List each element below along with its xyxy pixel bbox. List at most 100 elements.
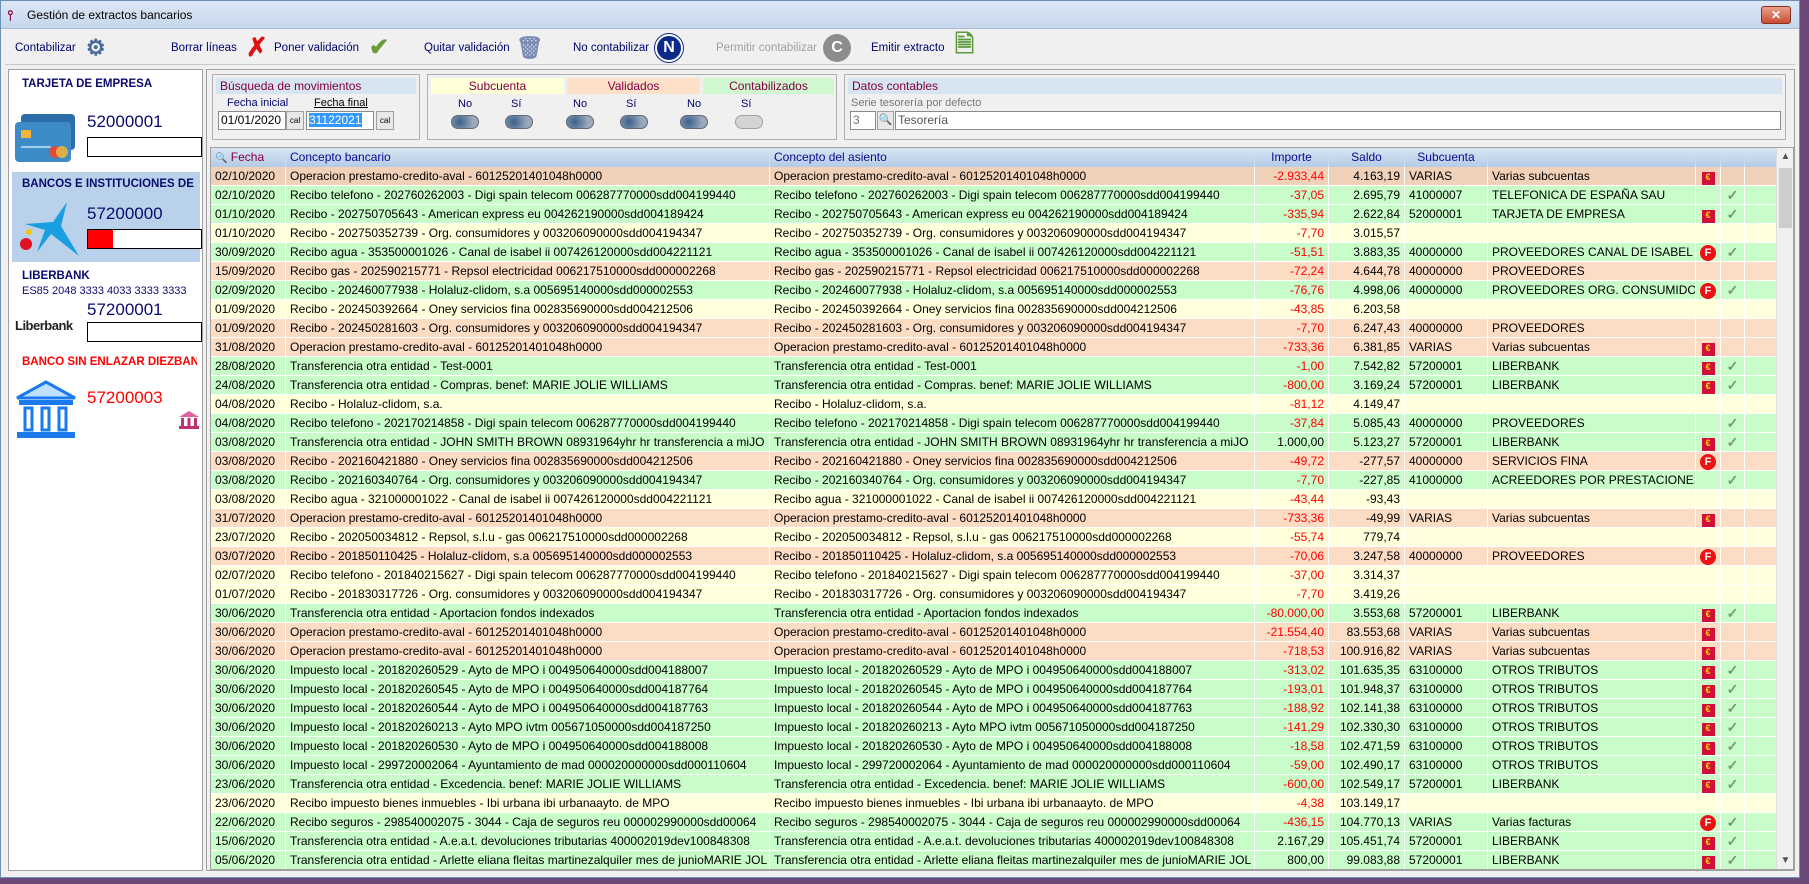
quitar-validacion-button[interactable]: Quitar validación 🗑 bbox=[424, 34, 544, 62]
table-row[interactable]: 30/06/2020 Impuesto local - 201820260529 … bbox=[211, 661, 1781, 680]
borrar-lineas-button[interactable]: Borrar líneas ✗ bbox=[171, 32, 271, 62]
table-row[interactable]: 30/06/2020 Impuesto local - 201820260545 … bbox=[211, 680, 1781, 699]
table-row[interactable]: 23/06/2020 Transferencia otra entidad - E… bbox=[211, 775, 1781, 794]
link-bank-icon[interactable] bbox=[178, 410, 200, 430]
table-row[interactable]: 02/10/2020 Recibo telefono - 202760262003… bbox=[211, 186, 1781, 205]
table-row[interactable]: 03/08/2020 Transferencia otra entidad - J… bbox=[211, 433, 1781, 452]
table-row[interactable]: 03/08/2020 Recibo - 202160421880 - Oney s… bbox=[211, 452, 1781, 471]
column-header-concepto-bancario[interactable]: Concepto bancario bbox=[286, 148, 770, 167]
table-row[interactable]: 01/10/2020 Recibo - 202750705643 - Americ… bbox=[211, 205, 1781, 224]
euro-document-icon[interactable]: € bbox=[1701, 438, 1715, 451]
table-row[interactable]: 15/09/2020 Recibo gas - 202590215771 - Re… bbox=[211, 262, 1781, 281]
toggle-contabilizados-si[interactable] bbox=[735, 115, 763, 129]
contabilizar-button[interactable]: Contabilizar ⚙ bbox=[15, 34, 110, 62]
column-header-importe[interactable]: Importe bbox=[1255, 148, 1329, 167]
column-header-concepto-asiento[interactable]: Concepto del asiento bbox=[770, 148, 1255, 167]
euro-document-icon[interactable]: € bbox=[1701, 628, 1715, 641]
toggle-subcuenta-no[interactable] bbox=[451, 115, 479, 129]
table-row[interactable]: 30/06/2020 Impuesto local - 201820260213 … bbox=[211, 718, 1781, 737]
no-contabilizar-button[interactable]: No contabilizar N bbox=[573, 33, 684, 62]
search-icon[interactable]: 🔍 bbox=[877, 111, 894, 130]
table-row[interactable]: 31/08/2020 Operacion prestamo-credito-ava… bbox=[211, 338, 1781, 357]
euro-document-icon[interactable]: € bbox=[1701, 704, 1715, 717]
account-card-tarjeta[interactable]: TARJETA DE EMPRESA 52000001 bbox=[12, 72, 202, 170]
scrollbar-thumb[interactable] bbox=[1779, 168, 1792, 228]
table-row[interactable]: 04/08/2020 Recibo telefono - 202170214858… bbox=[211, 414, 1781, 433]
end-date-input[interactable]: 31122021 bbox=[309, 113, 362, 127]
serie-name-input[interactable]: Tesorería bbox=[895, 111, 1781, 130]
table-row[interactable]: 01/07/2020 Recibo - 201830317726 - Org. c… bbox=[211, 585, 1781, 604]
permitir-contabilizar-button[interactable]: Permitir contabilizar C bbox=[716, 33, 851, 62]
column-header-saldo[interactable]: Saldo bbox=[1329, 148, 1405, 167]
euro-document-icon[interactable]: € bbox=[1701, 210, 1715, 223]
euro-document-icon[interactable]: € bbox=[1701, 609, 1715, 622]
euro-document-icon[interactable]: € bbox=[1701, 666, 1715, 679]
euro-document-icon[interactable]: € bbox=[1701, 362, 1715, 375]
table-row[interactable]: 30/06/2020 Impuesto local - 299720002064 … bbox=[211, 756, 1781, 775]
table-row[interactable]: 01/10/2020 Recibo - 202750352739 - Org. c… bbox=[211, 224, 1781, 243]
invoice-f-icon[interactable]: F bbox=[1700, 549, 1716, 565]
table-row[interactable]: 01/09/2020 Recibo - 202450281603 - Org. c… bbox=[211, 319, 1781, 338]
euro-document-icon[interactable]: € bbox=[1701, 343, 1715, 356]
invoice-f-icon[interactable]: F bbox=[1700, 245, 1716, 261]
table-row[interactable]: 23/07/2020 Recibo - 202050034812 - Repsol… bbox=[211, 528, 1781, 547]
toggle-validados-si[interactable] bbox=[620, 115, 648, 129]
euro-document-icon[interactable]: € bbox=[1701, 723, 1715, 736]
euro-document-icon[interactable]: € bbox=[1701, 685, 1715, 698]
toggle-validados-no[interactable] bbox=[566, 115, 594, 129]
serie-input[interactable]: 3 bbox=[850, 111, 876, 130]
account-card-diezbank[interactable]: BANCO SIN ENLAZAR DIEZBANK 57200003 bbox=[12, 350, 200, 442]
invoice-f-icon[interactable]: F bbox=[1700, 815, 1716, 831]
euro-document-icon[interactable]: € bbox=[1701, 381, 1715, 394]
table-row[interactable]: 22/06/2020 Recibo seguros - 298540002075 … bbox=[211, 813, 1781, 832]
table-row[interactable]: 24/08/2020 Transferencia otra entidad - C… bbox=[211, 376, 1781, 395]
table-row[interactable]: 02/07/2020 Recibo telefono - 201840215627… bbox=[211, 566, 1781, 585]
euro-document-icon[interactable]: € bbox=[1701, 647, 1715, 660]
table-row[interactable]: 30/06/2020 Impuesto local - 201820260530 … bbox=[211, 737, 1781, 756]
table-row[interactable]: 30/06/2020 Operacion prestamo-credito-ava… bbox=[211, 642, 1781, 661]
poner-validacion-button[interactable]: Poner validación ✔ bbox=[274, 34, 393, 62]
scroll-up-icon[interactable]: ▲ bbox=[1777, 148, 1793, 165]
calendar-icon[interactable]: cal bbox=[376, 111, 394, 130]
euro-document-icon[interactable]: € bbox=[1701, 856, 1715, 869]
cell-subcuenta bbox=[1405, 585, 1488, 603]
table-row[interactable]: 02/09/2020 Recibo - 202460077938 - Holalu… bbox=[211, 281, 1781, 300]
calendar-icon[interactable]: cal bbox=[286, 111, 304, 130]
table-row[interactable]: 30/06/2020 Transferencia otra entidad - A… bbox=[211, 604, 1781, 623]
euro-document-icon[interactable]: € bbox=[1701, 514, 1715, 527]
table-row[interactable]: 23/06/2020 Recibo impuesto bienes inmuebl… bbox=[211, 794, 1781, 813]
column-header-fecha[interactable]: 🔍 Fecha bbox=[211, 148, 286, 167]
euro-document-icon[interactable]: € bbox=[1701, 742, 1715, 755]
table-row[interactable]: 03/07/2020 Recibo - 201850110425 - Holalu… bbox=[211, 547, 1781, 566]
emitir-extracto-button[interactable]: Emitir extracto 🗎 bbox=[871, 31, 979, 62]
toggle-subcuenta-si[interactable] bbox=[505, 115, 533, 129]
table-row[interactable]: 15/06/2020 Transferencia otra entidad - A… bbox=[211, 832, 1781, 851]
close-button[interactable]: ✕ bbox=[1761, 6, 1791, 24]
table-row[interactable]: 30/09/2020 Recibo agua - 353500001026 - C… bbox=[211, 243, 1781, 262]
euro-document-icon[interactable]: € bbox=[1701, 780, 1715, 793]
scroll-down-icon[interactable]: ▼ bbox=[1777, 852, 1793, 869]
account-card-liberbank[interactable]: LIBERBANK ES85 2048 3333 4033 3333 3333 … bbox=[12, 264, 202, 346]
column-header-subcuenta[interactable]: Subcuenta bbox=[1405, 148, 1488, 167]
vertical-scrollbar[interactable]: ▲ ▼ bbox=[1776, 148, 1793, 869]
euro-document-icon[interactable]: € bbox=[1701, 837, 1715, 850]
table-row[interactable]: 02/10/2020 Operacion prestamo-credito-ava… bbox=[211, 167, 1781, 186]
invoice-f-icon[interactable]: F bbox=[1700, 283, 1716, 299]
table-row[interactable]: 03/08/2020 Recibo - 202160340764 - Org. c… bbox=[211, 471, 1781, 490]
cell-concepto-bancario: Impuesto local - 299720002064 - Ayuntami… bbox=[286, 756, 770, 774]
invoice-f-icon[interactable]: F bbox=[1700, 454, 1716, 470]
euro-document-icon[interactable]: € bbox=[1701, 172, 1715, 185]
account-card-bancos[interactable]: BANCOS E INSTITUCIONES DE CRI 57200000 bbox=[12, 172, 202, 262]
table-row[interactable]: 30/06/2020 Operacion prestamo-credito-ava… bbox=[211, 623, 1781, 642]
cell-importe: -51,51 bbox=[1255, 243, 1329, 261]
table-row[interactable]: 30/06/2020 Impuesto local - 201820260544 … bbox=[211, 699, 1781, 718]
table-row[interactable]: 03/08/2020 Recibo agua - 321000001022 - C… bbox=[211, 490, 1781, 509]
table-row[interactable]: 05/06/2020 Transferencia otra entidad - A… bbox=[211, 851, 1781, 869]
table-row[interactable]: 04/08/2020 Recibo - Holaluz-clidom, s.a. R… bbox=[211, 395, 1781, 414]
table-row[interactable]: 28/08/2020 Transferencia otra entidad - T… bbox=[211, 357, 1781, 376]
table-row[interactable]: 01/09/2020 Recibo - 202450392664 - Oney s… bbox=[211, 300, 1781, 319]
toggle-contabilizados-no[interactable] bbox=[680, 115, 708, 129]
table-row[interactable]: 31/07/2020 Operacion prestamo-credito-ava… bbox=[211, 509, 1781, 528]
euro-document-icon[interactable]: € bbox=[1701, 761, 1715, 774]
start-date-input[interactable]: 01/01/2020 bbox=[218, 111, 286, 130]
